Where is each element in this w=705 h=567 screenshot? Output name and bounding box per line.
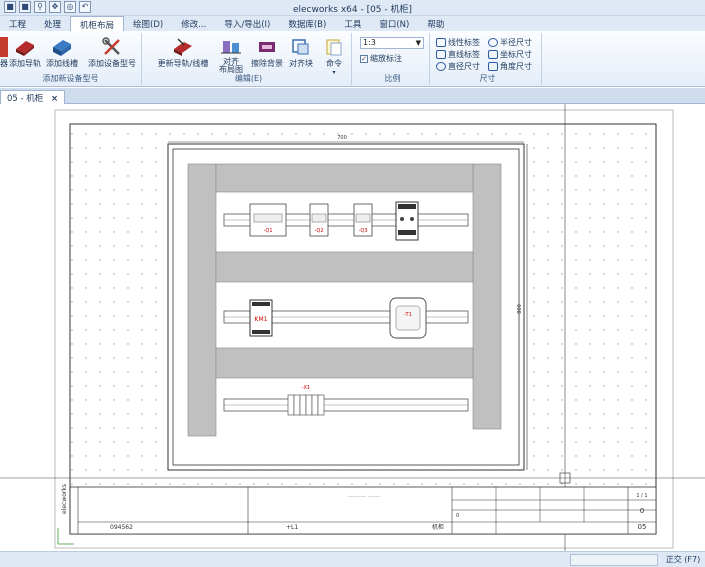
scale-annotation-checkbox[interactable]: ✓ 缩放标注 <box>360 53 402 64</box>
diameter-dimension-button[interactable]: 直径尺寸 <box>436 61 480 72</box>
tab-draw[interactable]: 绘图(D) <box>124 16 172 31</box>
cabinet-drawing[interactable]: 700 800 -Q1 -Q2 -Q3 KM1 -T1 -X1 elecwork… <box>0 104 705 551</box>
tab-cabinet-layout[interactable]: 机柜布局 <box>70 16 125 31</box>
document-tab[interactable]: 05 - 机柜 × <box>0 90 66 104</box>
tab-import-export[interactable]: 导入/导出(I) <box>215 16 279 31</box>
align-icon <box>221 41 241 54</box>
device-label-q1: -Q1 <box>263 228 272 234</box>
line-dimension-icon <box>436 50 446 59</box>
sheet-index: 0 <box>640 507 644 515</box>
add-rail-button[interactable]: 添加导轨 <box>8 37 42 69</box>
chevron-down-icon: ▼ <box>415 39 421 47</box>
tab-project[interactable]: 工程 <box>0 16 35 31</box>
revision-cell: 0 <box>456 513 459 519</box>
device-label-km1: KM1 <box>255 316 268 323</box>
ortho-toggle[interactable]: 正交 (F7) <box>662 554 704 566</box>
tools-icon <box>102 37 120 55</box>
app-window: ■ ■ ⚲ ✥ ◎ ↶ elecworks x64 - [05 - 机柜] 工程… <box>0 0 705 567</box>
sheet-ratio: 1 / 1 <box>636 493 647 499</box>
horizontal-duct-middle <box>215 251 474 283</box>
device-relay-top <box>395 201 419 241</box>
tab-modify[interactable]: 修改... <box>172 16 215 31</box>
erase-background-button[interactable]: 擦除背景 <box>248 37 286 69</box>
group-label-scale: 比例 <box>384 74 401 83</box>
drawing-type: 机柜 <box>432 523 444 531</box>
cut-icon <box>0 37 8 57</box>
scale-select[interactable]: 1:3 ▼ <box>360 37 424 49</box>
coordinate-dimension-button[interactable]: 坐标尺寸 <box>488 49 532 60</box>
group-add-model: 器 添加导轨 添加线槽 添加设备型号 添加新设备型号 <box>0 33 142 85</box>
device-q1: -Q1 <box>249 203 287 237</box>
height-dimension-text: 800 <box>517 304 523 314</box>
command-icon <box>326 39 342 56</box>
group-label-add: 添加新设备型号 <box>42 74 99 83</box>
group-label-dimension: 尺寸 <box>479 74 496 83</box>
device-label-t1: -T1 <box>404 312 412 318</box>
add-duct-button[interactable]: 添加线槽 <box>44 37 80 69</box>
align-layout-button[interactable]: 对齐 布局图 <box>216 37 246 74</box>
title-block: elecworks ——— —— 094562 +L1 机柜 0 1 / 1 0… <box>61 484 657 535</box>
document-tab-bar: 05 - 机柜 × <box>0 88 705 104</box>
device-label-q2: -Q2 <box>314 228 323 234</box>
align-block-button[interactable]: 对齐块 <box>286 37 316 69</box>
angle-icon <box>488 62 498 71</box>
drawing-number: 094562 <box>110 524 133 531</box>
group-edit: 更新导轨/线槽 对齐 布局图 擦除背景 对齐块 命令 ▾ 编辑(E) <box>146 33 352 85</box>
cut-button[interactable]: 器 <box>0 37 8 69</box>
tab-help[interactable]: 帮助 <box>418 16 453 31</box>
device-label-x1: -X1 <box>302 385 310 391</box>
ribbon-tabs: 工程 处理 机柜布局 绘图(D) 修改... 导入/导出(I) 数据库(B) 工… <box>0 16 705 31</box>
blurred-project-name: ——— —— <box>348 493 380 500</box>
device-q3: -Q3 <box>353 203 373 237</box>
close-icon[interactable]: × <box>51 94 58 104</box>
update-rail-duct-button[interactable]: 更新导轨/线槽 <box>150 37 216 69</box>
erase-icon <box>259 42 275 52</box>
vertical-duct-right <box>472 163 502 430</box>
status-field <box>570 554 658 566</box>
rail-icon <box>16 41 34 56</box>
title-bar: ■ ■ ⚲ ✥ ◎ ↶ elecworks x64 - [05 - 机柜] <box>0 0 705 16</box>
tab-window[interactable]: 窗口(N) <box>370 16 418 31</box>
update-rail-icon <box>174 38 192 56</box>
align-block-icon <box>292 39 309 55</box>
linear-dimension-icon <box>436 38 446 47</box>
tab-process[interactable]: 处理 <box>35 16 70 31</box>
status-bar: 正交 (F7) <box>0 551 705 567</box>
width-dimension-text: 700 <box>337 135 347 141</box>
horizontal-duct-lower <box>215 347 474 379</box>
vertical-duct-left <box>187 163 217 437</box>
page-number: 05 <box>638 523 647 531</box>
group-dimension: 线性标签 半径尺寸 直线标签 坐标尺寸 直径尺寸 角度尺寸 尺寸 <box>434 33 542 85</box>
horizontal-duct-top <box>215 163 474 193</box>
angle-dimension-button[interactable]: 角度尺寸 <box>488 61 532 72</box>
drawing-canvas[interactable]: 700 800 -Q1 -Q2 -Q3 KM1 -T1 -X1 elecwork… <box>0 104 705 551</box>
add-device-model-button[interactable]: 添加设备型号 <box>84 37 140 69</box>
tab-database[interactable]: 数据库(B) <box>279 16 335 31</box>
group-scale: 1:3 ▼ ✓ 缩放标注 比例 <box>356 33 430 85</box>
window-title: elecworks x64 - [05 - 机柜] <box>292 5 413 15</box>
logo-elecworks: elecworks <box>61 484 68 514</box>
device-label-q3: -Q3 <box>358 228 367 234</box>
coordinate-icon <box>488 50 498 59</box>
duct-icon <box>53 40 71 56</box>
group-label-edit: 编辑(E) <box>234 74 263 83</box>
device-q2: -Q2 <box>309 203 329 237</box>
ribbon-panel: 器 添加导轨 添加线槽 添加设备型号 添加新设备型号 更新导轨/线槽 对齐 布局… <box>0 31 705 87</box>
cabinet-outline <box>167 143 525 471</box>
command-button[interactable]: 命令 ▾ <box>320 37 348 76</box>
linear-dimension-button[interactable]: 线性标签 <box>436 37 480 48</box>
location-label: +L1 <box>286 524 298 531</box>
checkbox-checked-icon: ✓ <box>360 54 368 63</box>
tab-tools[interactable]: 工具 <box>335 16 370 31</box>
device-t1: -T1 <box>389 297 427 339</box>
line-dimension-button[interactable]: 直线标签 <box>436 49 480 60</box>
device-km1: KM1 <box>249 299 273 337</box>
diameter-icon <box>436 62 446 71</box>
radius-dimension-button[interactable]: 半径尺寸 <box>488 37 532 48</box>
radius-icon <box>488 38 498 47</box>
